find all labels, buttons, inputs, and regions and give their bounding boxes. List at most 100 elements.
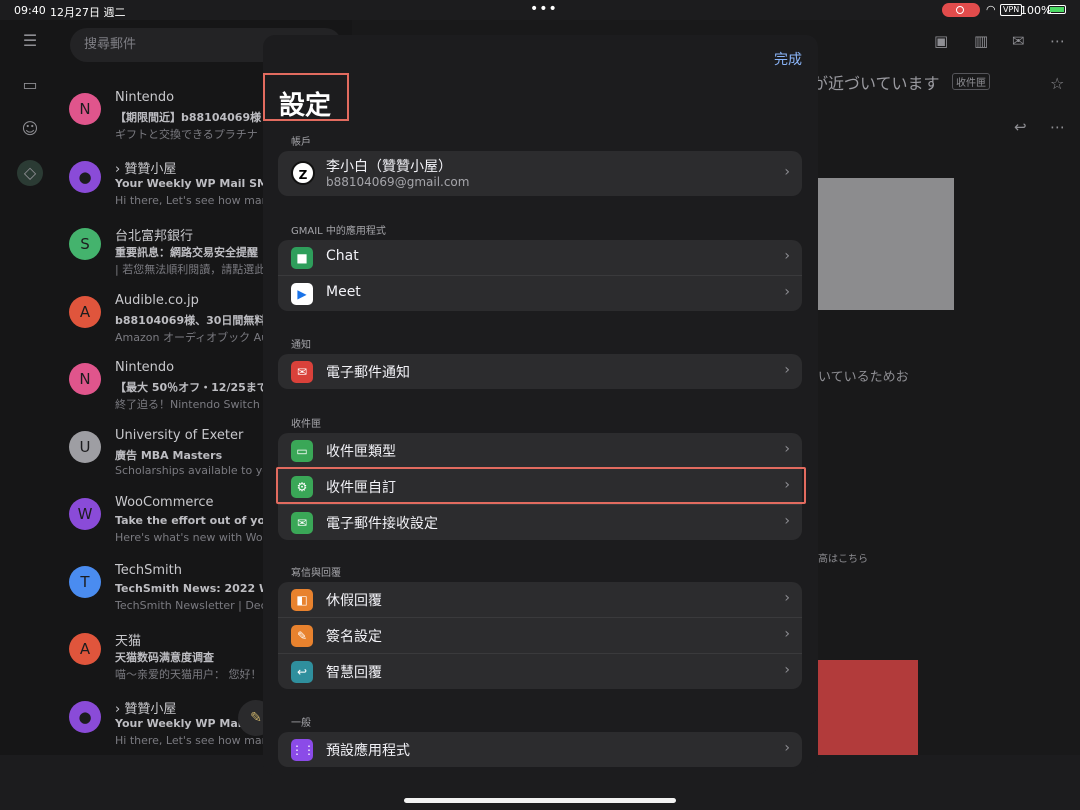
trash-icon[interactable]: ▥: [974, 32, 988, 50]
section-label: GMAIL 中的應用程式: [291, 226, 386, 237]
done-button[interactable]: 完成: [774, 49, 802, 69]
message-more-icon[interactable]: ⋯: [1050, 118, 1065, 136]
multitask-dots-icon[interactable]: •••: [530, 1, 558, 17]
settings-modal: 完成 設定 帳戶 Z 李小白（贊贊小屋） b88104069@gmail.com…: [263, 35, 818, 775]
star-icon[interactable]: ☆: [1050, 74, 1064, 93]
account-name: 李小白（贊贊小屋）: [326, 159, 452, 175]
settings-row[interactable]: ⋮⋮ 預設應用程式 ›: [278, 732, 802, 767]
settings-row-label: 簽名設定: [326, 629, 382, 645]
section-label: 寫信與回覆: [291, 568, 341, 579]
settings-row-label: 休假回覆: [326, 593, 382, 609]
status-time: 09:40: [14, 4, 46, 17]
settings-row-label: 智慧回覆: [326, 665, 382, 681]
battery-icon: [1048, 5, 1066, 14]
email-image: [818, 178, 954, 310]
inbox-rail-icon[interactable]: ▭: [17, 72, 43, 98]
status-bar: 09:40 12月27日 週二 ••• ◠ VPN 100%: [0, 0, 1080, 20]
tag-icon[interactable]: ◇: [17, 160, 43, 186]
account-avatar: Z: [291, 161, 315, 185]
signature-icon: ✎: [291, 625, 313, 647]
smart-reply-icon: ↩: [291, 661, 313, 683]
nav-rail: ☰ ▭ ☺ ◇: [0, 20, 60, 755]
sender-avatar: A: [69, 633, 101, 665]
mail-icon: ✉: [291, 512, 313, 534]
mail-sender: WooCommerce: [115, 495, 214, 510]
inbox-icon: ▭: [291, 440, 313, 462]
mail-sender: › 贊贊小屋: [115, 701, 177, 717]
chevron-right-icon: ›: [784, 362, 790, 378]
battery-percent: 100%: [1020, 4, 1052, 17]
settings-row-label: Chat: [326, 248, 359, 264]
archive-icon[interactable]: ▣: [934, 32, 948, 50]
people-icon[interactable]: ☺: [17, 116, 43, 142]
more-icon[interactable]: ⋯: [1050, 32, 1065, 50]
mail-unread-icon[interactable]: ✉: [1012, 32, 1025, 50]
section-account-label: 帳戶: [291, 137, 311, 148]
section-label: 通知: [291, 340, 311, 351]
page-title: 設定: [279, 91, 332, 121]
chevron-right-icon: ›: [784, 441, 790, 457]
sender-avatar: N: [69, 363, 101, 395]
sender-avatar: U: [69, 430, 101, 463]
settings-row[interactable]: ✎ 簽名設定 ›: [278, 617, 802, 653]
sender-avatar: ●: [69, 160, 101, 193]
settings-row[interactable]: ◧ 休假回覆 ›: [278, 582, 802, 617]
settings-row[interactable]: ▶ Meet ›: [278, 275, 802, 311]
section-label: 一般: [291, 718, 311, 729]
settings-row[interactable]: ■ Chat ›: [278, 240, 802, 275]
chevron-right-icon: ›: [784, 248, 790, 264]
mail-sender: Audible.co.jp: [115, 292, 199, 308]
sender-avatar: A: [69, 295, 101, 328]
mail-notification-icon: ✉: [291, 361, 313, 383]
reply-icon[interactable]: ↩: [1014, 118, 1027, 136]
sender-avatar: W: [69, 498, 101, 530]
vacation-icon: ◧: [291, 589, 313, 611]
email-body-text: いているためお: [818, 370, 909, 385]
settings-row[interactable]: ↩ 智慧回覆 ›: [278, 653, 802, 689]
settings-row-label: 電子郵件通知: [326, 365, 410, 381]
inbox-customize-highlight: [276, 467, 806, 504]
status-date: 12月27日 週二: [50, 6, 126, 19]
chevron-right-icon: ›: [784, 740, 790, 756]
chevron-right-icon: ›: [784, 626, 790, 642]
mail-sender: Nintendo: [115, 90, 175, 105]
wifi-icon: ◠: [986, 3, 996, 16]
email-calendar-image: [818, 660, 918, 755]
sender-avatar: N: [69, 93, 101, 125]
settings-group: ◧ 休假回覆 › ✎ 簽名設定 › ↩ 智慧回覆 ›: [278, 582, 802, 689]
chat-icon: ■: [291, 247, 313, 269]
settings-group: ⋮⋮ 預設應用程式 ›: [278, 732, 802, 767]
settings-row[interactable]: ✉ 電子郵件接收設定 ›: [278, 504, 802, 540]
vpn-badge: VPN: [1000, 4, 1023, 16]
sender-avatar: T: [69, 565, 101, 598]
chevron-right-icon: ›: [784, 590, 790, 606]
meet-icon: ▶: [291, 283, 313, 305]
reading-subject: が近づいています: [812, 74, 940, 93]
mail-sender: University of Exeter: [115, 427, 244, 443]
chevron-right-icon: ›: [784, 513, 790, 529]
inbox-tag: 收件匣: [952, 73, 990, 90]
sender-avatar: S: [69, 228, 101, 260]
section-label: 收件匣: [291, 419, 321, 430]
settings-row-label: 預設應用程式: [326, 743, 410, 759]
screen-record-icon[interactable]: [942, 3, 980, 17]
account-row[interactable]: Z 李小白（贊贊小屋） b88104069@gmail.com ›: [278, 151, 802, 196]
menu-icon[interactable]: ☰: [17, 28, 43, 54]
settings-row-label: Meet: [326, 284, 361, 300]
mail-sender: 天猫: [115, 634, 142, 649]
home-indicator[interactable]: [404, 798, 676, 803]
sender-avatar: ●: [69, 700, 101, 733]
settings-row-label: 收件匣類型: [326, 444, 396, 460]
chevron-right-icon: ›: [784, 662, 790, 678]
settings-row[interactable]: ▭ 收件匣類型 ›: [278, 433, 802, 468]
chevron-right-icon: ›: [784, 164, 790, 180]
apps-grid-icon: ⋮⋮: [291, 739, 315, 761]
settings-row-label: 電子郵件接收設定: [326, 516, 438, 532]
settings-group: ■ Chat › ▶ Meet ›: [278, 240, 802, 311]
mail-sender: Nintendo: [115, 360, 175, 375]
mail-sender: TechSmith: [115, 562, 182, 578]
settings-group: ✉ 電子郵件通知 ›: [278, 354, 802, 389]
chevron-right-icon: ›: [784, 284, 790, 300]
email-link[interactable]: 高はこちら: [818, 550, 868, 565]
settings-row[interactable]: ✉ 電子郵件通知 ›: [278, 354, 802, 389]
